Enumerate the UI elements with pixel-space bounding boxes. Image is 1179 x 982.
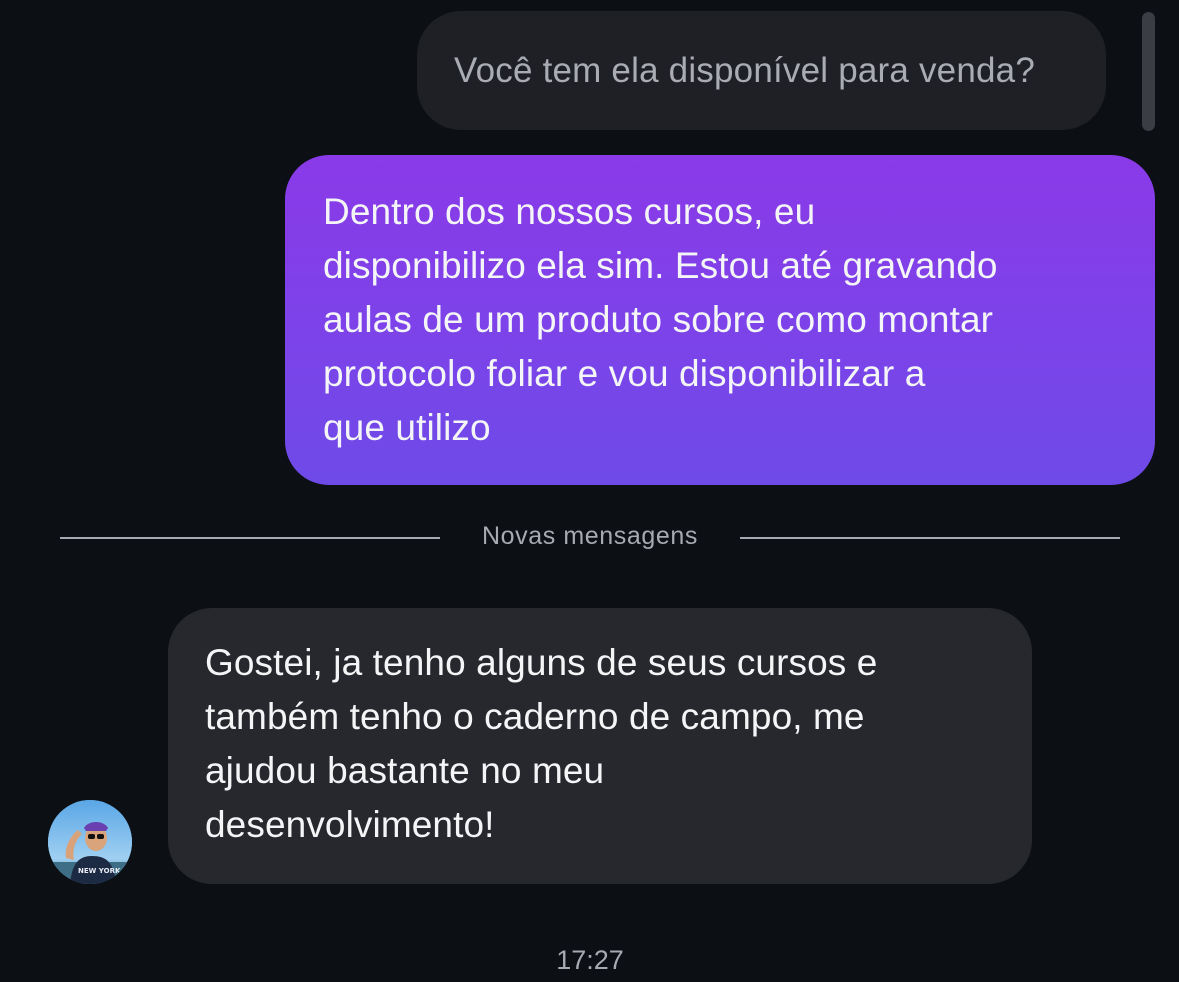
incoming-message-line: desenvolvimento! <box>205 804 495 845</box>
avatar-photo-icon: NEW YORK <box>48 800 132 884</box>
svg-text:NEW YORK: NEW YORK <box>78 867 121 875</box>
message-timestamp: 17:27 <box>556 945 624 975</box>
outgoing-message-line: Dentro dos nossos cursos, eu <box>323 191 816 232</box>
quoted-message-bubble[interactable]: Você tem ela disponível para venda? <box>417 11 1106 130</box>
outgoing-message-line: protocolo foliar e vou disponibilizar a <box>323 353 926 394</box>
new-messages-label: Novas mensagens <box>481 522 699 550</box>
incoming-message-line: Gostei, ja tenho alguns de seus cursos e <box>205 642 878 683</box>
quoted-message-text: Você tem ela disponível para venda? <box>454 50 1035 90</box>
outgoing-message-bubble[interactable]: Dentro dos nossos cursos, eu disponibili… <box>285 155 1155 485</box>
outgoing-message-line: disponibilizo ela sim. Estou até gravand… <box>323 245 998 286</box>
chat-screen: Você tem ela disponível para venda? Dent… <box>0 0 1179 982</box>
incoming-message-line: também tenho o caderno de campo, me <box>205 696 865 737</box>
outgoing-message-line: que utilizo <box>323 407 491 448</box>
outgoing-message-line: aulas de um produto sobre como montar <box>323 299 994 340</box>
sender-avatar-icon[interactable]: NEW YORK <box>48 800 132 884</box>
scrollbar[interactable] <box>1142 12 1155 131</box>
divider-line-left <box>60 537 440 539</box>
divider-line-right <box>740 537 1120 539</box>
new-messages-divider: Novas mensagens <box>60 518 1120 558</box>
incoming-message-line: ajudou bastante no meu <box>205 750 605 791</box>
incoming-message-bubble[interactable]: Gostei, ja tenho alguns de seus cursos e… <box>168 608 1032 884</box>
